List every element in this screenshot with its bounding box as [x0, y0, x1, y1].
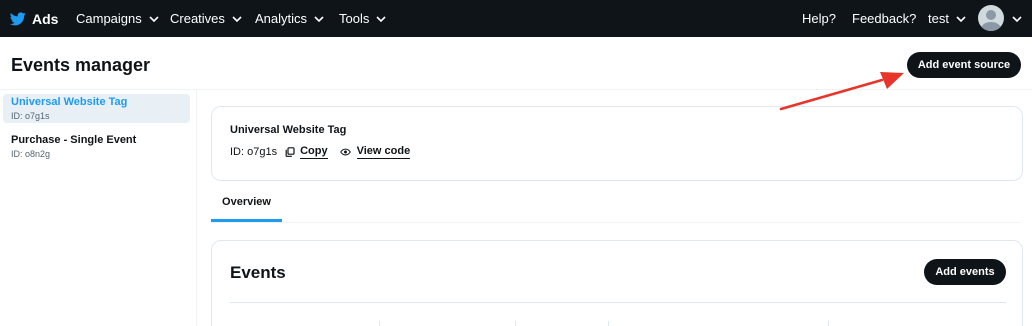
- sidebar-item-name: Purchase - Single Event: [11, 134, 137, 146]
- help-link[interactable]: Help?: [802, 0, 836, 37]
- chevron-down-icon: [1012, 15, 1022, 22]
- nav-analytics[interactable]: Analytics: [255, 0, 324, 37]
- brand-logo[interactable]: Ads: [10, 0, 58, 37]
- account-name: test: [928, 11, 949, 26]
- nav-creatives-label: Creatives: [170, 11, 225, 26]
- chevron-down-icon: [314, 15, 324, 22]
- avatar[interactable]: [978, 5, 1004, 31]
- events-title: Events: [230, 263, 286, 282]
- events-divider: [230, 302, 1006, 303]
- tag-title: Universal Website Tag: [230, 124, 347, 136]
- nav-creatives[interactable]: Creatives: [170, 0, 242, 37]
- nav-tools-label: Tools: [339, 11, 370, 26]
- tab-divider: [211, 222, 1021, 223]
- brand-label: Ads: [32, 10, 59, 27]
- feedback-link[interactable]: Feedback?: [852, 0, 916, 37]
- events-card: Events Add events: [211, 240, 1023, 326]
- page-title: Events manager: [11, 55, 151, 75]
- nav-analytics-label: Analytics: [255, 11, 308, 26]
- table-column-divider: [515, 321, 516, 326]
- avatar-head: [986, 10, 996, 20]
- nav-campaigns[interactable]: Campaigns: [76, 0, 159, 37]
- sidebar-item-purchase-single-event[interactable]: Purchase - Single Event ID: o8n2g: [3, 132, 190, 161]
- avatar-body: [981, 22, 1001, 31]
- top-navigation-bar: Ads Campaigns Creatives Analytics Tools …: [0, 0, 1032, 37]
- tag-details-card: Universal Website Tag ID: o7g1s Copy Vie…: [211, 106, 1023, 181]
- copy-icon[interactable]: [285, 147, 295, 157]
- sidebar-item-name: Universal Website Tag: [11, 96, 128, 108]
- help-label: Help?: [802, 11, 836, 26]
- add-events-button[interactable]: Add events: [924, 259, 1006, 285]
- nav-tools[interactable]: Tools: [339, 0, 386, 37]
- table-column-divider: [379, 321, 380, 326]
- tag-id: ID: o7g1s: [230, 146, 278, 158]
- event-source-sidebar: Universal Website Tag ID: o7g1s Purchase…: [0, 90, 197, 326]
- add-event-source-button[interactable]: Add event source: [907, 52, 1021, 78]
- sidebar-item-id: ID: o7g1s: [11, 111, 50, 121]
- table-column-divider: [608, 321, 609, 326]
- sidebar-item-id: ID: o8n2g: [11, 149, 51, 159]
- chevron-down-icon: [376, 15, 386, 22]
- eye-icon: [339, 148, 351, 156]
- view-code-link[interactable]: View code: [356, 145, 411, 159]
- nav-campaigns-label: Campaigns: [76, 11, 142, 26]
- sidebar-item-universal-website-tag[interactable]: Universal Website Tag ID: o7g1s: [3, 94, 190, 123]
- chevron-down-icon: [149, 15, 159, 22]
- feedback-label: Feedback?: [852, 11, 917, 26]
- tab-overview[interactable]: Overview: [211, 190, 282, 222]
- table-column-divider: [828, 321, 829, 326]
- chevron-down-icon: [232, 15, 242, 22]
- copy-id-link[interactable]: Copy: [300, 145, 328, 159]
- chevron-down-icon: [956, 15, 966, 22]
- avatar-menu-toggle[interactable]: [1012, 0, 1022, 37]
- twitter-bird-icon: [10, 11, 26, 25]
- account-menu[interactable]: test: [928, 0, 966, 37]
- tag-id-row: ID: o7g1s Copy View code: [230, 145, 411, 159]
